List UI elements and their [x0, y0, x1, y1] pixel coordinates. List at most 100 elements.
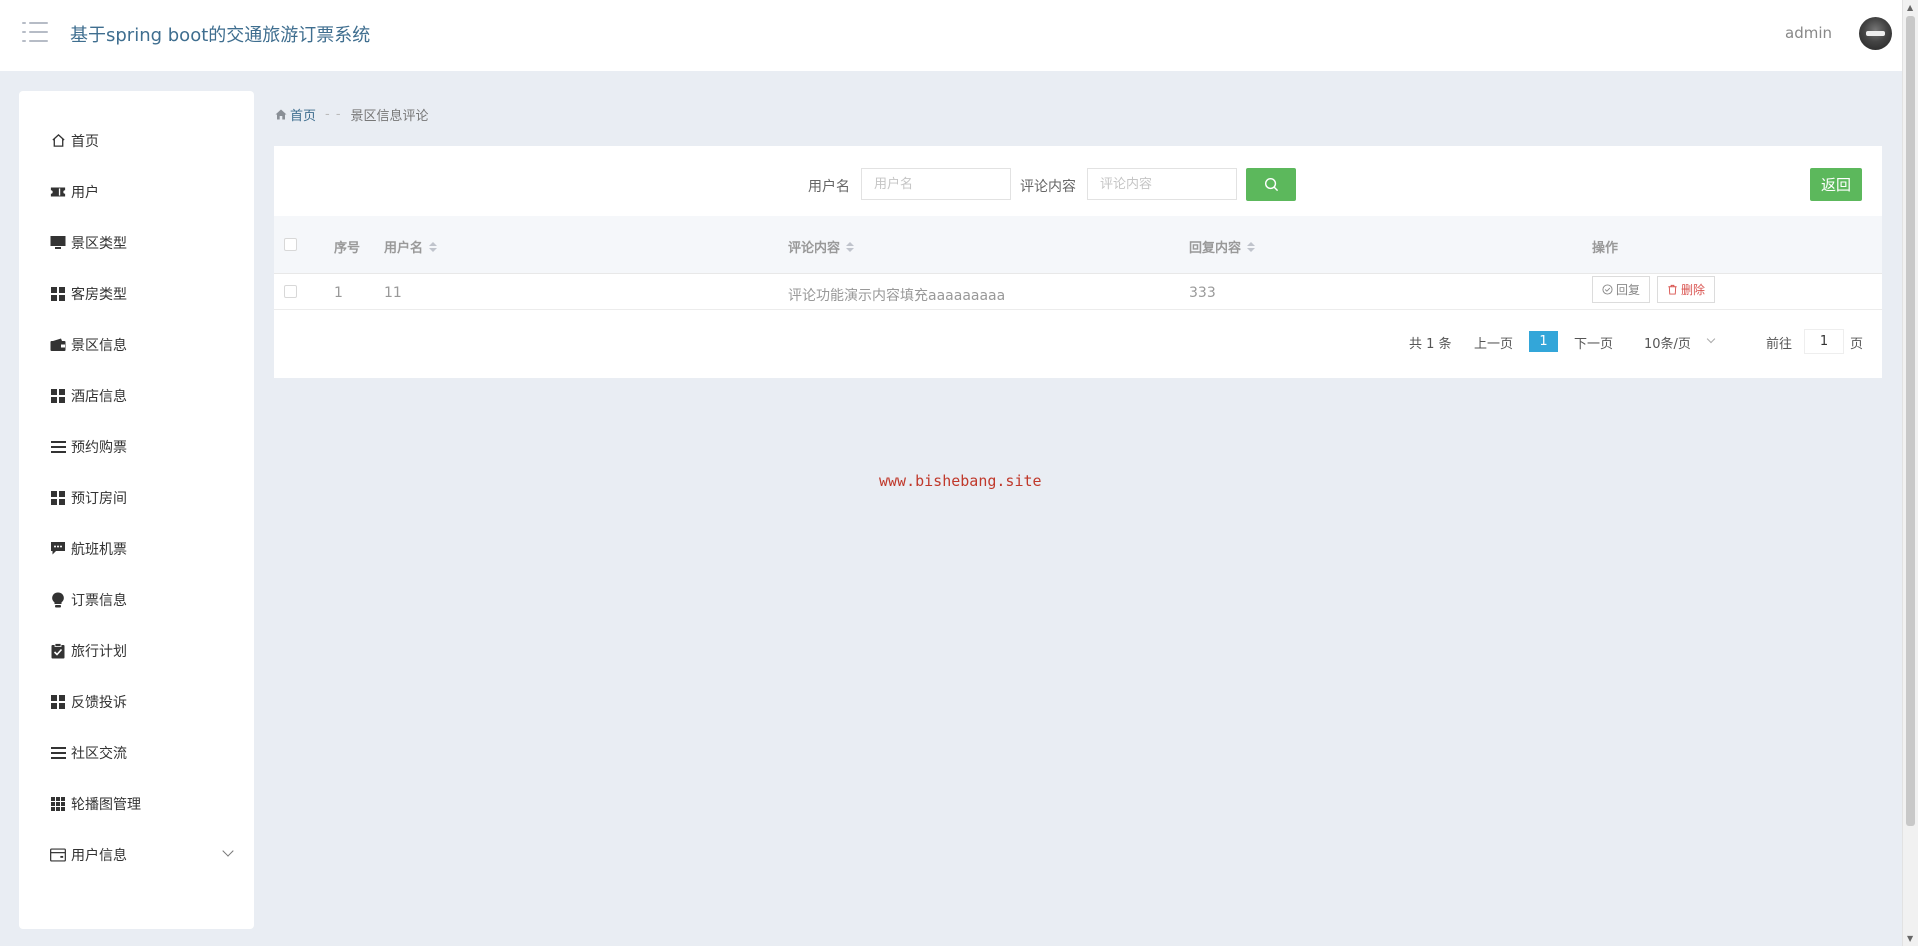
page-size-select[interactable]: 10条/页	[1644, 333, 1691, 352]
app-title: 基于spring boot的交通旅游订票系统	[70, 25, 371, 46]
sidebar-item-carousel[interactable]: 轮播图管理	[19, 778, 254, 829]
sidebar-item-label: 预订房间	[71, 490, 127, 507]
trash-icon	[1668, 284, 1677, 295]
sidebar: 首页 用户 景区类型 客房类型 景区信息 酒店信息 预约购票 预订房间 航班机票…	[19, 91, 254, 929]
sidebar-item-label: 用户信息	[71, 847, 127, 864]
select-all-checkbox[interactable]	[284, 238, 297, 251]
search-icon	[1264, 177, 1278, 192]
sidebar-item-room-booking[interactable]: 预订房间	[19, 472, 254, 523]
wallet-icon	[50, 337, 66, 353]
comment-search-input[interactable]	[1087, 168, 1237, 200]
sidebar-item-scenic-type[interactable]: 景区类型	[19, 217, 254, 268]
row-checkbox[interactable]	[284, 285, 297, 298]
watermark: www.bishebang.site	[879, 472, 1042, 490]
comment-search-label: 评论内容	[1020, 179, 1076, 195]
sidebar-item-label: 客房类型	[71, 286, 127, 303]
comment-icon	[50, 541, 66, 557]
delete-button-label: 删除	[1681, 283, 1706, 297]
sidebar-item-label: 轮播图管理	[71, 796, 141, 813]
sidebar-item-label: 景区信息	[71, 337, 127, 354]
page-unit-label: 页	[1850, 337, 1864, 352]
sidebar-item-users[interactable]: 用户	[19, 166, 254, 217]
scrollbar-thumb[interactable]	[1906, 16, 1915, 826]
clipboard-icon	[50, 642, 66, 659]
card-icon	[50, 847, 66, 863]
sidebar-item-label: 旅行计划	[71, 643, 127, 660]
sidebar-item-hotel-info[interactable]: 酒店信息	[19, 370, 254, 421]
grid-icon	[50, 694, 66, 710]
page-scrollbar[interactable]: ▲ ▼	[1902, 0, 1918, 946]
home-icon	[275, 109, 287, 120]
sidebar-item-label: 航班机票	[71, 541, 127, 558]
breadcrumb-home[interactable]: 首页	[275, 105, 316, 124]
sidebar-item-label: 酒店信息	[71, 388, 127, 405]
cell-comment: 评论功能演示内容填充aaaaaaaaa	[788, 288, 1006, 304]
header-reply-label: 回复内容	[1189, 241, 1242, 256]
bulb-icon	[50, 591, 66, 608]
header-actions: 操作	[1592, 241, 1619, 256]
back-button[interactable]: 返回	[1810, 168, 1862, 201]
sidebar-item-travel-plan[interactable]: 旅行计划	[19, 625, 254, 676]
sidebar-item-flight-tickets[interactable]: 航班机票	[19, 523, 254, 574]
main-panel: 用户名 评论内容 返回 序号 用户名 评论内容 回复内容 操作 1 11 评论功…	[274, 146, 1882, 378]
pagination-total: 共 1 条	[1409, 337, 1452, 352]
home-icon	[50, 133, 66, 149]
sort-icon[interactable]	[846, 241, 855, 252]
sidebar-item-feedback[interactable]: 反馈投诉	[19, 676, 254, 727]
username-search-label: 用户名	[808, 179, 850, 195]
list-icon	[50, 745, 66, 761]
reply-button[interactable]: 回复	[1592, 276, 1651, 303]
scroll-up-arrow-icon[interactable]: ▲	[1907, 3, 1913, 12]
search-button[interactable]	[1246, 168, 1296, 201]
list-icon	[50, 439, 66, 455]
grid-icon	[50, 286, 66, 302]
table-row: 1 11 评论功能演示内容填充aaaaaaaaa 333 回复 删除	[274, 274, 1882, 310]
sort-icon[interactable]	[1247, 241, 1256, 252]
avatar[interactable]	[1859, 17, 1892, 50]
grid-icon	[50, 388, 66, 404]
next-page-button[interactable]: 下一页	[1574, 333, 1613, 352]
sidebar-item-room-type[interactable]: 客房类型	[19, 268, 254, 319]
sidebar-item-user-info[interactable]: 用户信息	[19, 829, 254, 880]
ticket-icon	[50, 184, 66, 200]
user-name[interactable]: admin	[1785, 24, 1832, 42]
header-comment[interactable]: 评论内容	[788, 237, 855, 256]
header-index: 序号	[334, 241, 361, 256]
delete-button[interactable]: 删除	[1657, 276, 1716, 303]
top-header: 基于spring boot的交通旅游订票系统 admin	[0, 0, 1902, 71]
sidebar-item-ticket-booking[interactable]: 预约购票	[19, 421, 254, 472]
sidebar-item-order-info[interactable]: 订票信息	[19, 574, 254, 625]
reply-button-label: 回复	[1616, 283, 1641, 297]
goto-label: 前往	[1766, 337, 1793, 352]
sort-icon[interactable]	[429, 241, 438, 252]
header-reply[interactable]: 回复内容	[1189, 237, 1256, 256]
menu-toggle-icon[interactable]	[22, 20, 48, 44]
header-username[interactable]: 用户名	[384, 237, 438, 256]
sidebar-item-label: 订票信息	[71, 592, 127, 609]
scroll-down-arrow-icon[interactable]: ▼	[1907, 934, 1913, 943]
breadcrumb-current: 景区信息评论	[350, 109, 429, 124]
sidebar-item-label: 用户	[71, 184, 99, 201]
cell-reply: 333	[1189, 285, 1216, 301]
grid-icon	[50, 490, 66, 506]
sidebar-item-label: 首页	[71, 133, 99, 150]
sidebar-item-label: 社区交流	[71, 745, 127, 762]
header-username-label: 用户名	[384, 241, 424, 256]
sidebar-item-label: 反馈投诉	[71, 694, 127, 711]
breadcrumb-separator: - -	[325, 107, 342, 122]
sidebar-item-community[interactable]: 社区交流	[19, 727, 254, 778]
current-page-button[interactable]: 1	[1529, 331, 1558, 352]
header-comment-label: 评论内容	[788, 241, 841, 256]
table-header: 序号 用户名 评论内容 回复内容 操作	[274, 216, 1882, 274]
monitor-icon	[50, 235, 66, 251]
sidebar-item-label: 景区类型	[71, 235, 127, 252]
username-search-input[interactable]	[861, 168, 1011, 200]
prev-page-button[interactable]: 上一页	[1474, 333, 1513, 352]
breadcrumb: 首页 - - 景区信息评论	[275, 105, 429, 124]
chevron-down-icon[interactable]	[222, 845, 234, 857]
sidebar-item-scenic-info[interactable]: 景区信息	[19, 319, 254, 370]
chevron-down-icon[interactable]	[1706, 334, 1716, 344]
goto-page-input[interactable]	[1804, 329, 1844, 354]
sidebar-item-home[interactable]: 首页	[19, 115, 254, 166]
cell-index: 1	[334, 285, 343, 301]
